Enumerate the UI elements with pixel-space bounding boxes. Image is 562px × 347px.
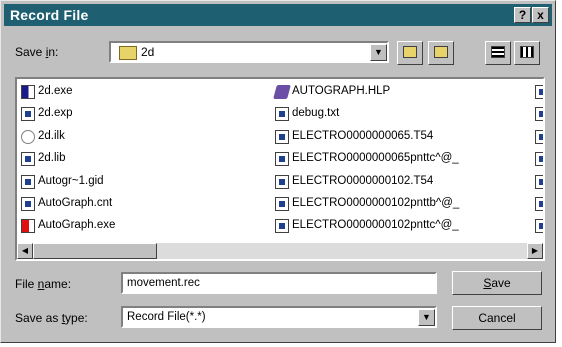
save-button[interactable]: Save [452,271,542,295]
doc-icon [535,129,543,144]
scroll-left-button[interactable]: ◀ [17,243,33,259]
file-name: AutoGraph.cnt [38,197,113,209]
help-icon [273,85,291,99]
help-button[interactable]: ? [514,7,531,23]
file-name: debug.txt [292,107,340,120]
record-file-dialog: Record File ? x Save in: 2d ▼ 2d.exe 2d.e… [0,0,556,343]
save-as-type-label: Save as type: [15,311,88,325]
close-button[interactable]: x [532,7,549,23]
doc-icon [21,174,35,189]
doc-icon [275,107,289,122]
link-icon [21,129,35,144]
doc-icon [275,152,289,167]
details-view-icon [520,46,534,58]
file-name: ELECTRO0000000065pnttc^@_ [292,152,459,165]
file-name: 2d.exp [38,107,73,120]
file-name: ELECTRO0000000102.T54 [292,174,434,187]
save-in-dropdown-button[interactable]: ▼ [370,44,387,61]
doc-icon [535,85,543,99]
close-icon: x [537,8,544,22]
doc-icon [535,107,543,122]
exe-icon [21,85,35,99]
details-view-button[interactable] [514,41,540,65]
doc-icon [535,174,543,189]
doc-icon [275,219,289,234]
help-icon: ? [518,8,527,22]
save-as-type-combo[interactable]: Record File(*.*) ▼ [121,306,437,328]
scroll-thumb[interactable] [33,243,157,259]
file-list[interactable]: 2d.exe 2d.exp 2d.ilk 2d.lib Autogr~1.gid Auto… [15,77,545,261]
chevron-left-icon: ◀ [21,246,29,255]
horizontal-scrollbar[interactable]: ◀ ▶ [17,243,543,259]
scroll-right-button[interactable]: ▶ [527,243,543,259]
file-name: Autogr~1.gid [38,174,104,187]
window-title: Record File [10,7,89,23]
cancel-button[interactable]: Cancel [452,306,542,330]
save-as-type-value: Record File(*.*) [127,311,206,323]
doc-icon [535,197,543,211]
new-folder-icon [434,46,448,58]
chevron-down-icon: ▼ [374,47,383,57]
save-in-combo[interactable]: 2d ▼ [109,41,389,63]
file-name: ELECTRO0000000065.T54 [292,129,434,142]
create-new-folder-button[interactable] [428,41,454,65]
doc-icon [535,219,543,234]
doc-icon [535,152,543,167]
title-bar[interactable]: Record File ? x [4,4,552,26]
exe-icon [21,219,35,234]
list-view-icon [491,46,505,58]
file-name: AUTOGRAPH.HLP [292,85,391,97]
file-name-label: File name: [15,277,72,291]
chevron-right-icon: ▶ [531,246,539,255]
file-name: 2d.exe [38,85,73,97]
folder-icon [119,46,137,60]
file-name: AutoGraph.exe [38,219,116,232]
doc-icon [21,152,35,167]
file-name: 2d.ilk [38,129,65,142]
file-name: ELECTRO0000000102pnttc^@_ [292,219,459,232]
chevron-down-icon: ▼ [422,312,431,322]
doc-icon [275,174,289,189]
folder-up-icon [403,46,417,58]
save-in-value: 2d [141,45,155,59]
doc-icon [275,197,289,211]
up-one-level-button[interactable] [397,41,423,65]
save-as-type-dropdown-button[interactable]: ▼ [418,309,435,326]
list-view-button[interactable] [485,41,511,65]
doc-icon [21,197,35,211]
doc-icon [21,107,35,122]
file-name-value: movement.rec [127,277,200,289]
file-name: 2d.lib [38,152,66,165]
file-name-input[interactable]: movement.rec [121,272,437,294]
file-name: ELECTRO0000000102pnttb^@_ [292,197,460,209]
doc-icon [275,129,289,144]
save-in-label: Save in: [15,45,59,59]
